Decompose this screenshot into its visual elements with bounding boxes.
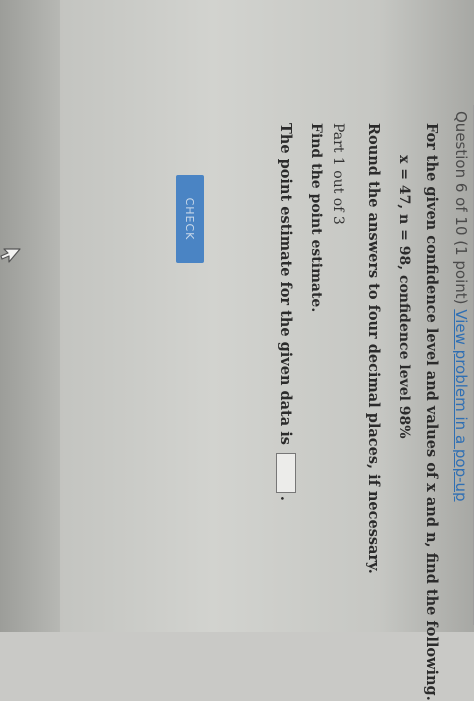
- check-button[interactable]: Check: [176, 175, 204, 263]
- problem-values: x = 47, n = 98, confidence level 98%: [396, 155, 412, 439]
- problem-prompt: For the given confidence level and value…: [423, 123, 440, 701]
- question-label: Question 6 of 10 (1 point): [452, 111, 470, 305]
- monitor-edge: [0, 0, 60, 632]
- estimate-period: .: [277, 495, 295, 501]
- rounding-instruction: Round the answers to four decimal places…: [365, 123, 382, 574]
- question-panel: Question 6 of 10 (1 point) View problem …: [0, 105, 474, 701]
- point-estimate-input[interactable]: [276, 452, 296, 493]
- part-label: Part 1 out of 3: [330, 123, 346, 225]
- popup-link[interactable]: View problem in a pop-up: [452, 309, 470, 501]
- part-instruction: Find the point estimate.: [308, 123, 324, 313]
- question-header: Question 6 of 10 (1 point) View problem …: [452, 111, 470, 502]
- mouse-pointer-icon: [0, 248, 21, 263]
- estimate-text: The point estimate for the given data is: [277, 123, 295, 445]
- estimate-line: The point estimate for the given data is…: [276, 123, 296, 501]
